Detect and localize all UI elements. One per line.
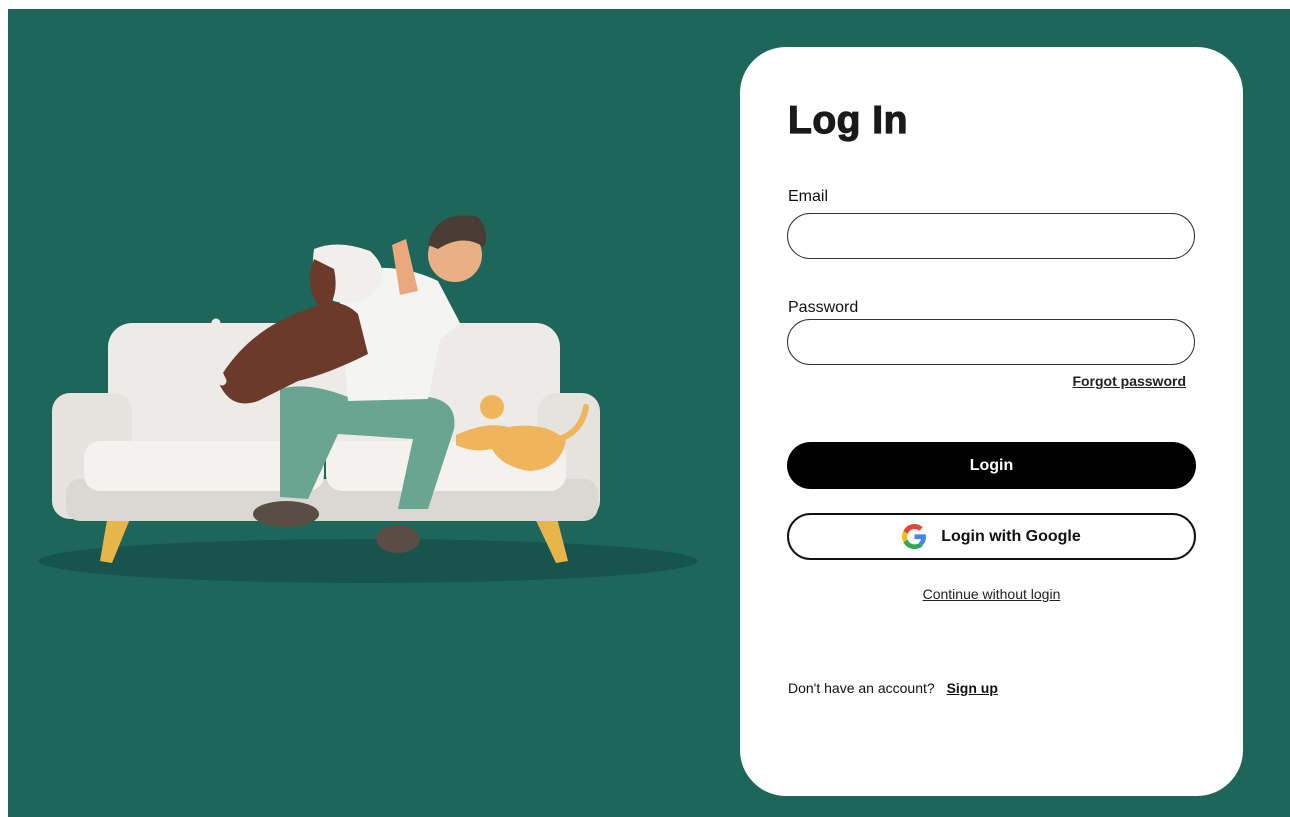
- continue-without-login-link[interactable]: Continue without login: [923, 586, 1061, 602]
- google-g-icon: [902, 524, 927, 549]
- hero-illustration: [8, 9, 728, 817]
- signup-link[interactable]: Sign up: [947, 680, 998, 696]
- page-background: Log In Email Password Forgot password Lo…: [8, 9, 1290, 817]
- signup-prompt: Don't have an account?: [788, 680, 935, 696]
- password-field[interactable]: [787, 319, 1195, 365]
- man-with-dog-and-cat-on-sofa-illustration: [38, 215, 698, 583]
- continue-without-login-row: Continue without login: [740, 586, 1243, 602]
- signup-row: Don't have an account? Sign up: [788, 680, 998, 696]
- login-card: Log In Email Password Forgot password Lo…: [740, 47, 1243, 796]
- forgot-password-link[interactable]: Forgot password: [1072, 373, 1186, 389]
- man-shoe: [253, 501, 319, 527]
- floor-shadow: [38, 539, 698, 583]
- email-label: Email: [788, 188, 829, 205]
- cat-head: [480, 395, 504, 419]
- login-with-google-button[interactable]: Login with Google: [787, 513, 1196, 560]
- page-title: Log In: [787, 98, 908, 142]
- email-field[interactable]: [787, 213, 1195, 259]
- password-label: Password: [788, 299, 859, 316]
- man-shoe: [376, 525, 420, 553]
- login-with-google-label: Login with Google: [941, 527, 1081, 545]
- login-button[interactable]: Login: [787, 442, 1196, 489]
